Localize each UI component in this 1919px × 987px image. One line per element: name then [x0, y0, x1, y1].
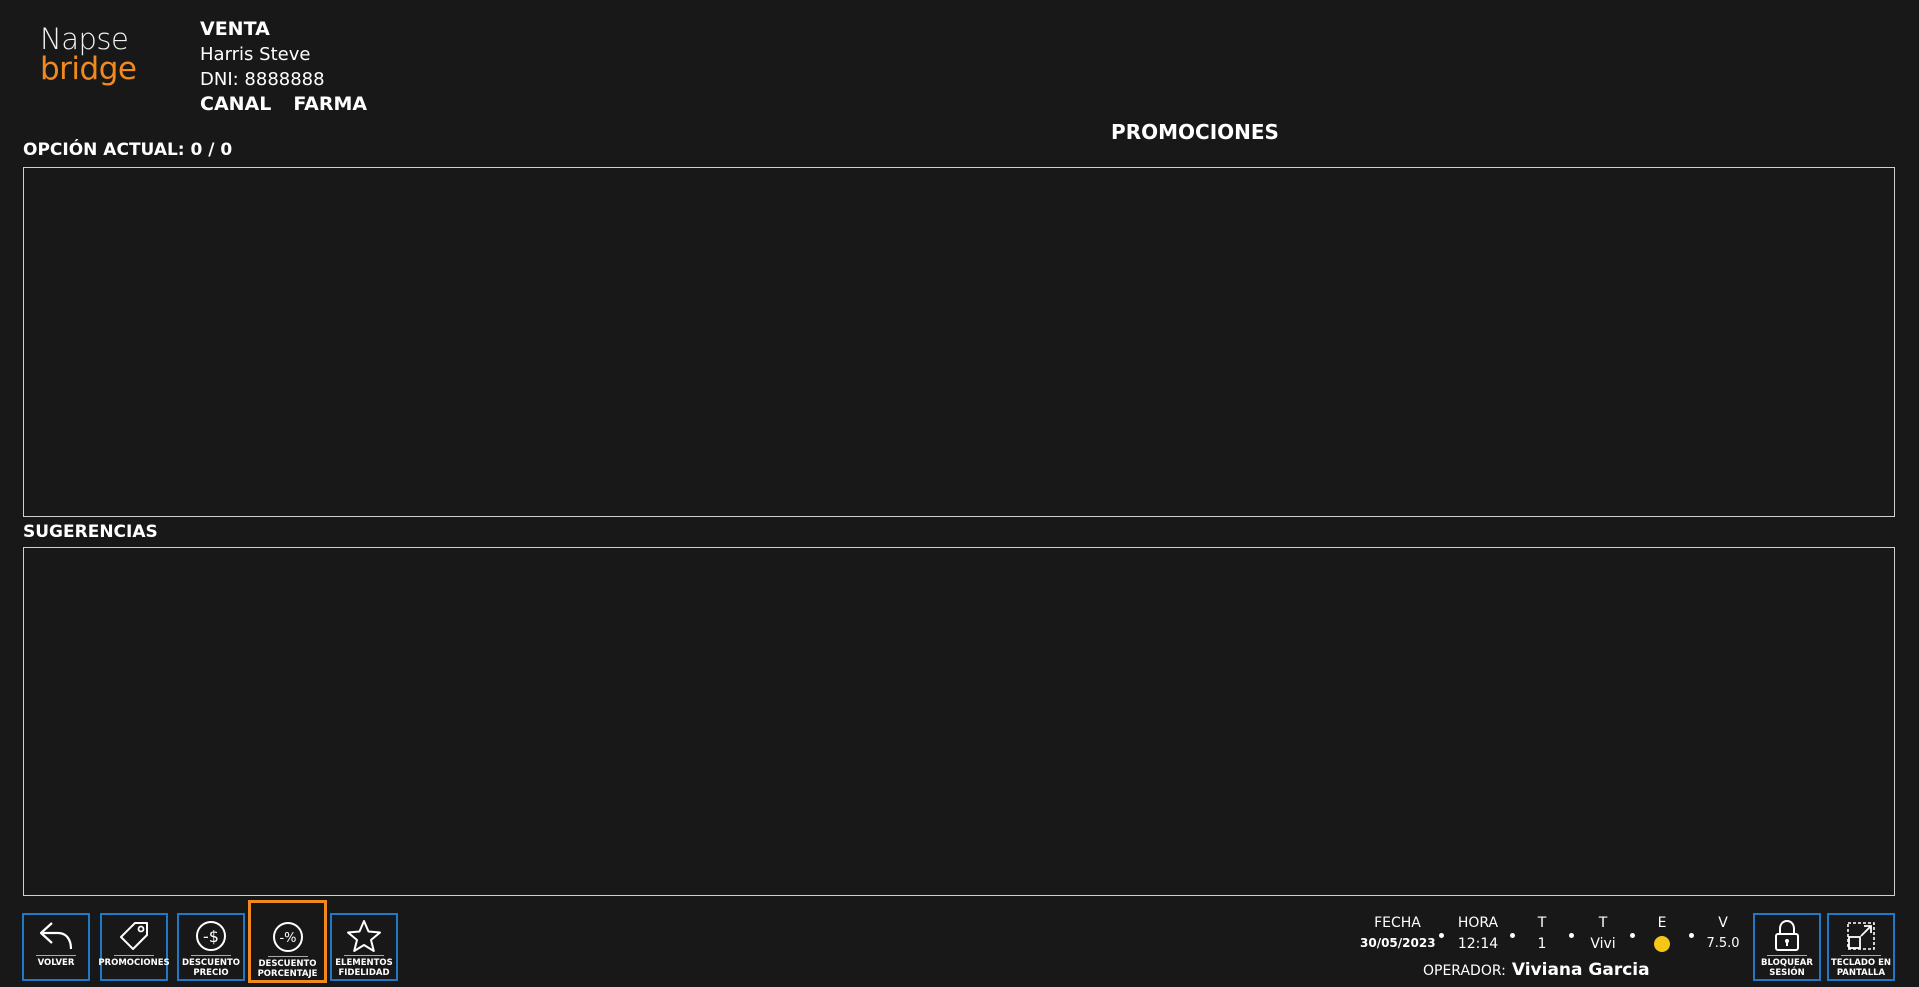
canal-info: CANAL FARMA: [200, 92, 367, 117]
version-label: V: [1718, 915, 1728, 931]
estado-label: E: [1657, 915, 1667, 931]
promociones-label: PROMOCIONES: [98, 958, 170, 968]
canal-label: CANAL: [200, 93, 272, 115]
operator-info: OPERADOR: Viviana Garcia: [1423, 960, 1650, 980]
descuento-precio-label: DESCUENTO PRECIO: [181, 958, 241, 978]
bloquear-sesion-label: BLOQUEAR SESIÓN: [1761, 958, 1813, 978]
transaction-header: VENTA Harris Steve DNI: 8888888 CANAL FAR…: [200, 17, 367, 117]
status-separator: [1510, 933, 1515, 938]
napse-bridge-logo: Napse bridge: [38, 22, 138, 90]
logo-line-2: bridge: [40, 51, 137, 87]
minus-dollar-icon: -$: [191, 917, 231, 956]
fecha-value: 30/05/2023: [1360, 936, 1436, 950]
tag-icon: [114, 917, 154, 956]
version-value: 7.5.0: [1706, 936, 1740, 951]
bloquear-sesion-button[interactable]: BLOQUEAR SESIÓN: [1753, 913, 1821, 981]
descuento-porcentaje-button[interactable]: -% DESCUENTO PORCENTAJE: [248, 900, 327, 983]
estado-status: E: [1650, 915, 1674, 952]
version-status: V 7.5.0: [1704, 915, 1742, 951]
star-icon: [344, 917, 384, 956]
customer-id: DNI: 8888888: [200, 69, 325, 90]
operator-label: OPERADOR:: [1423, 963, 1506, 979]
status-separator: [1630, 933, 1635, 938]
current-option-label: OPCIÓN ACTUAL: 0 / 0: [23, 140, 233, 160]
descuento-precio-button[interactable]: -$ DESCUENTO PRECIO: [177, 913, 245, 981]
elementos-fidelidad-button[interactable]: ELEMENTOS FIDELIDAD: [330, 913, 398, 981]
svg-text:-%: -%: [279, 931, 296, 946]
transaction-mode: VENTA: [200, 18, 270, 40]
terminal-value: 1: [1537, 936, 1547, 952]
status-separator: [1439, 933, 1444, 938]
fecha-label: FECHA: [1374, 915, 1421, 931]
minus-percent-icon: -%: [267, 918, 308, 957]
operator-name: Viviana Garcia: [1511, 960, 1650, 980]
fecha-status: FECHA 30/05/2023: [1360, 915, 1436, 950]
keyboard-expand-icon: [1841, 917, 1881, 956]
suggestions-panel: [23, 547, 1895, 896]
status-separator: [1689, 933, 1694, 938]
teclado-en-pantalla-button[interactable]: TECLADO EN PANTALLA: [1827, 913, 1895, 981]
lock-icon: [1767, 917, 1807, 956]
terminal-label: T: [1537, 915, 1547, 931]
volver-label: VOLVER: [37, 958, 75, 968]
terminal-status: T 1: [1530, 915, 1554, 952]
current-option-panel: [23, 167, 1895, 517]
teclado-en-pantalla-label: TECLADO EN PANTALLA: [1831, 958, 1891, 978]
hora-value: 12:14: [1457, 936, 1499, 952]
descuento-porcentaje-label: DESCUENTO PORCENTAJE: [257, 959, 318, 979]
user-status: T Vivi: [1584, 915, 1622, 952]
estado-indicator-icon: [1654, 936, 1670, 952]
undo-arrow-icon: [36, 917, 76, 956]
volver-button[interactable]: VOLVER: [22, 913, 90, 981]
customer-name: Harris Steve: [200, 44, 311, 65]
promociones-button[interactable]: PROMOCIONES: [98, 913, 170, 981]
status-separator: [1569, 933, 1574, 938]
hora-status: HORA 12:14: [1454, 915, 1502, 952]
screen-title: PROMOCIONES: [1111, 120, 1279, 144]
user-label: T: [1598, 915, 1608, 931]
suggestions-label: SUGERENCIAS: [23, 522, 158, 542]
canal-value: FARMA: [293, 93, 368, 115]
hora-label: HORA: [1457, 915, 1499, 931]
elementos-fidelidad-label: ELEMENTOS FIDELIDAD: [335, 958, 393, 978]
svg-text:-$: -$: [203, 927, 219, 946]
user-value: Vivi: [1590, 936, 1616, 952]
